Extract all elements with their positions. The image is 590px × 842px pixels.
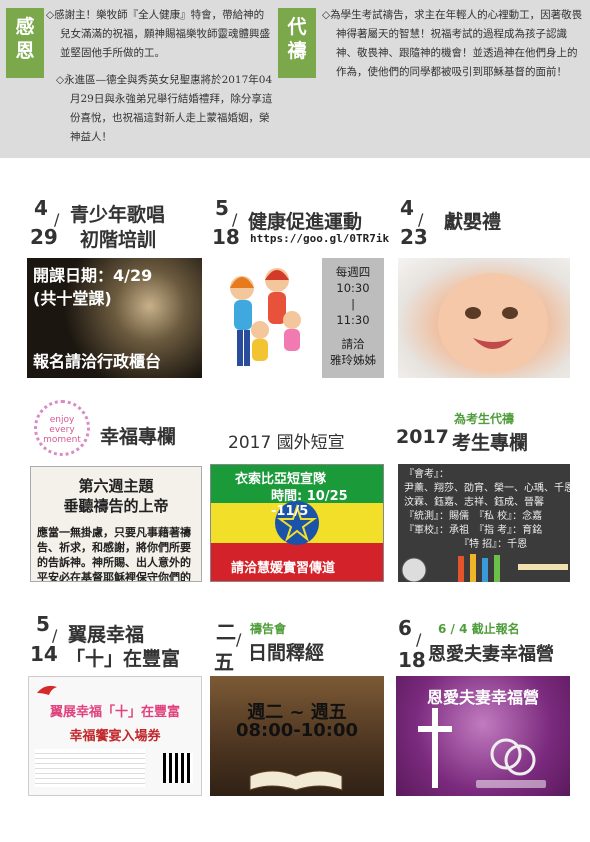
couple-deadline: 6 / 4 截止報名 xyxy=(438,622,520,636)
happy-title: 幸福專欄 xyxy=(100,426,177,448)
intercede-panel: ◇為學生考試禱告，求主在年輕人的心裡動工，因著敬畏神得著屬天的智慧！祝福考試的過… xyxy=(322,6,586,90)
couple-title: 恩愛夫妻幸福營 xyxy=(428,644,554,665)
qr-code-icon xyxy=(163,753,193,783)
intercede-tag-char: 禱 xyxy=(287,40,307,62)
health-schedule-line: 每週四 xyxy=(335,265,371,279)
fest-day: 14 xyxy=(30,642,58,666)
couple-banner: 恩愛夫妻幸福營 xyxy=(396,676,570,796)
exercise-illustration xyxy=(212,258,320,378)
health-day: 18 xyxy=(212,225,240,249)
bible-pre: 禱告會 xyxy=(250,622,287,636)
baby-day: 23 xyxy=(400,225,428,249)
youth-day: 29 xyxy=(30,225,58,249)
youth-title-2: 初階培訓 xyxy=(80,229,157,251)
baby-month: 4 xyxy=(400,196,414,220)
youth-lesson-count: (共十堂課) xyxy=(33,289,112,308)
sermon-card: 第六週主題 垂聽禱告的上帝 應當一無掛慮，只要凡事藉著禱告、祈求，和感謝，將你們… xyxy=(30,466,202,582)
exam-line: 『軍校』：承祖 『指 考』：育銘 xyxy=(404,525,543,536)
health-schedule-line: 雅玲姊姊 xyxy=(330,353,376,367)
youth-start-date: 開課日期：4/29 xyxy=(33,266,153,285)
exam-line: 『統測』：賜儒 『私 校』：念嘉 xyxy=(404,511,543,522)
sermon-week: 第六週主題 xyxy=(78,477,154,495)
sermon-theme: 垂聽禱告的上帝 xyxy=(63,497,169,515)
fest-ticket: 翼展幸福「十」在豐富 幸福饗宴入場券 xyxy=(28,676,202,796)
fest-ticket-title: 幸福饗宴入場券 xyxy=(69,729,161,744)
fest-title-1: 翼展幸福 xyxy=(68,624,145,646)
bible-card: 週二 ~ 週五 08:00-10:00 xyxy=(210,676,384,796)
baby-title: 獻嬰禮 xyxy=(444,211,502,233)
pencils-icon xyxy=(401,554,568,582)
exam-line: 『會考』： xyxy=(404,469,449,480)
fest-month: 5 xyxy=(36,612,50,636)
health-title: 健康促進運動 xyxy=(248,211,363,233)
date-slash: / xyxy=(416,630,422,649)
mission-contact: 請洽慧媛實習傳道 xyxy=(231,561,336,576)
ethiopia-flag-card: 衣索比亞短宣隊 時間: 10/25 -11/5 請洽慧媛實習傳道 xyxy=(210,464,384,582)
sermon-verse: 應當一無掛慮，只要凡事藉著禱告、祈求，和感謝，將你們所要的告訴神。神所賜、出人意… xyxy=(37,526,191,582)
thanks-panel: ◇感謝主！樂牧師『全人健康』特會，帶給神的兒女滿滿的祝福，願神賜福樂牧師靈魂體興… xyxy=(46,6,274,155)
couple-month: 6 xyxy=(398,616,412,640)
youth-register: 報名請洽行政櫃台 xyxy=(33,352,162,371)
intercede-tag-char: 代 xyxy=(287,16,307,38)
health-month: 5 xyxy=(215,196,229,220)
enjoy-logo: enjoy every moment xyxy=(34,400,90,456)
exam-line: 汶霖、鈺嘉、志祥、鈺成、晉馨 xyxy=(404,497,544,508)
thanks-item: ◇永進區—德全與秀英女兒聖惠將於2017年04月29日與永強弟兄舉行結婚禮拜，除… xyxy=(56,74,273,143)
health-schedule-line: | xyxy=(351,297,355,311)
exam-title: 考生專欄 xyxy=(452,432,529,454)
ticket-details xyxy=(35,749,145,787)
bible-title: 日間釋經 xyxy=(248,642,325,664)
open-bible-icon xyxy=(249,770,343,791)
health-url[interactable]: https://goo.gl/0TR7ik xyxy=(250,232,389,245)
exam-pre: 為考生代禱 xyxy=(454,412,515,426)
mission-time: 時間: 10/25 -11/5 xyxy=(271,489,348,519)
thanks-tag-char: 恩 xyxy=(15,40,35,62)
health-schedule-line: 11:30 xyxy=(336,313,370,327)
bible-hours: 08:00-10:00 xyxy=(235,720,359,741)
exam-line: 『特 招』：千恩 xyxy=(404,539,528,550)
mission-title: 2017 國外短宣 xyxy=(228,433,345,453)
date-slash: / xyxy=(236,630,242,649)
thanks-item: ◇感謝主！樂牧師『全人健康』特會，帶給神的兒女滿滿的祝福，願神賜福樂牧師靈魂體興… xyxy=(46,9,270,59)
chalkboard-card: 『會考』： 尹薰、翔莎、劭宵、榮一、心瑀、千恩、 汶霖、鈺嘉、志祥、鈺成、晉馨 … xyxy=(398,464,570,582)
microphone-photo: 開課日期：4/29 (共十堂課) 報名請洽行政櫃台 xyxy=(27,258,202,378)
bible-day-1: 二 xyxy=(216,620,236,644)
thanks-tag: 感 恩 xyxy=(6,8,44,78)
intercede-item: ◇為學生考試禱告，求主在年輕人的心裡動工，因著敬畏神得著屬天的智慧！祝福考試的過… xyxy=(322,9,583,78)
logo-word: moment xyxy=(43,435,81,445)
youth-title-1: 青少年歌唱 xyxy=(70,204,166,226)
logo-word: enjoy xyxy=(49,415,75,425)
intercede-tag: 代 禱 xyxy=(278,8,316,78)
health-schedule-line: 10:30 xyxy=(336,281,370,295)
exam-line: 尹薰、翔莎、劭宵、榮一、心瑀、千恩、 xyxy=(404,483,570,494)
health-schedule-line: 請洽 xyxy=(341,337,365,351)
couple-day: 18 xyxy=(398,648,426,672)
exam-year: 2017 xyxy=(396,426,449,448)
baby-photo xyxy=(398,258,570,378)
family-exercise-icon xyxy=(230,268,301,366)
youth-month: 4 xyxy=(34,196,48,220)
dove-icon xyxy=(37,685,57,695)
fest-banner: 翼展幸福「十」在豐富 xyxy=(49,705,180,720)
smiling-baby-icon xyxy=(438,273,548,373)
thanks-tag-char: 感 xyxy=(15,16,35,38)
logo-word: every xyxy=(49,425,75,435)
health-schedule: 每週四 10:30 | 11:30 請洽 雅玲姊姊 xyxy=(322,258,384,378)
cross-rings-icon xyxy=(418,708,546,788)
fest-title-2: 「十」在豐富 xyxy=(66,648,181,670)
bible-day-2: 五 xyxy=(214,650,234,674)
